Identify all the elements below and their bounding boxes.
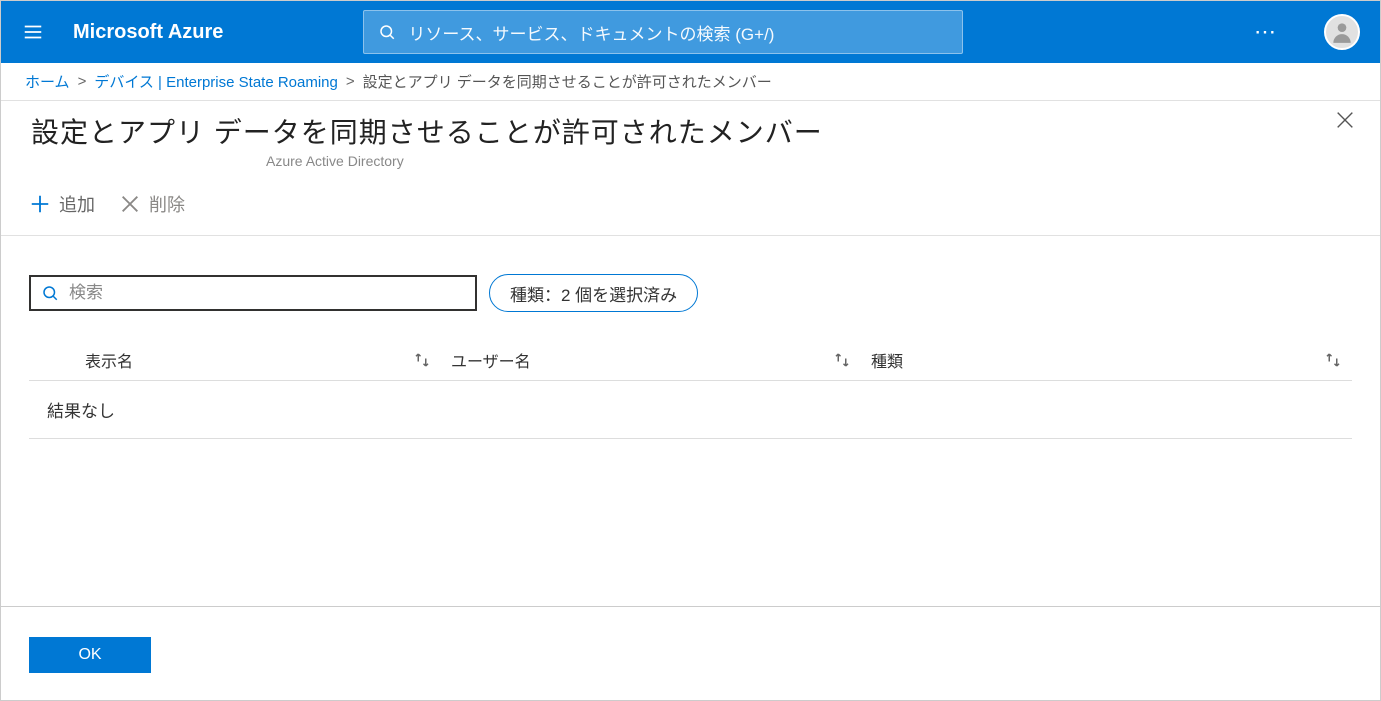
global-search-placeholder: リソース、サービス、ドキュメントの検索 (G+/) bbox=[408, 20, 774, 45]
column-type[interactable]: 種類 bbox=[871, 348, 903, 372]
brand-logo[interactable]: Microsoft Azure bbox=[73, 21, 223, 44]
search-icon bbox=[378, 23, 396, 41]
global-search[interactable]: リソース、サービス、ドキュメントの検索 (G+/) bbox=[363, 10, 963, 54]
delete-x-icon bbox=[119, 193, 141, 215]
filter-row: 種類：2 個を選択済み bbox=[29, 274, 1352, 312]
plus-icon bbox=[29, 193, 51, 215]
delete-button-label: 削除 bbox=[149, 191, 185, 217]
breadcrumb-separator: > bbox=[346, 73, 355, 90]
breadcrumb: ホーム > デバイス | Enterprise State Roaming > … bbox=[1, 63, 1380, 101]
add-button[interactable]: 追加 bbox=[23, 187, 101, 221]
command-bar: 追加 削除 bbox=[1, 181, 1380, 236]
footer: OK bbox=[1, 606, 1380, 700]
person-icon bbox=[1329, 19, 1355, 45]
members-search[interactable] bbox=[29, 275, 477, 311]
column-user-name[interactable]: ユーザー名 bbox=[451, 348, 531, 372]
members-search-input[interactable] bbox=[69, 283, 465, 303]
column-display-name[interactable]: 表示名 bbox=[85, 348, 133, 372]
search-icon bbox=[41, 284, 59, 302]
type-filter-pill[interactable]: 種類：2 個を選択済み bbox=[489, 274, 698, 312]
no-results-row: 結果なし bbox=[29, 381, 1352, 439]
breadcrumb-separator: > bbox=[78, 73, 87, 90]
hamburger-menu[interactable] bbox=[13, 12, 53, 52]
user-avatar[interactable] bbox=[1324, 14, 1360, 50]
page-title: 設定とアプリ データを同期させることが許可されたメンバー bbox=[31, 111, 823, 151]
sort-icon[interactable] bbox=[1324, 351, 1342, 369]
ok-button[interactable]: OK bbox=[29, 637, 151, 673]
sort-icon[interactable] bbox=[833, 351, 851, 369]
table-header: 表示名 ユーザー名 種類 bbox=[29, 340, 1352, 381]
delete-button[interactable]: 削除 bbox=[113, 187, 191, 221]
breadcrumb-current: 設定とアプリ データを同期させることが許可されたメンバー bbox=[363, 71, 772, 92]
add-button-label: 追加 bbox=[59, 191, 95, 217]
top-header: Microsoft Azure リソース、サービス、ドキュメントの検索 (G+/… bbox=[1, 1, 1380, 63]
sort-icon[interactable] bbox=[413, 351, 431, 369]
breadcrumb-home[interactable]: ホーム bbox=[25, 71, 70, 92]
more-menu-button[interactable]: ⋯ bbox=[1244, 13, 1288, 51]
close-icon bbox=[1334, 109, 1356, 131]
page-subtitle: Azure Active Directory bbox=[1, 151, 1380, 181]
close-button[interactable] bbox=[1334, 109, 1362, 137]
breadcrumb-devices[interactable]: デバイス | Enterprise State Roaming bbox=[94, 71, 338, 92]
